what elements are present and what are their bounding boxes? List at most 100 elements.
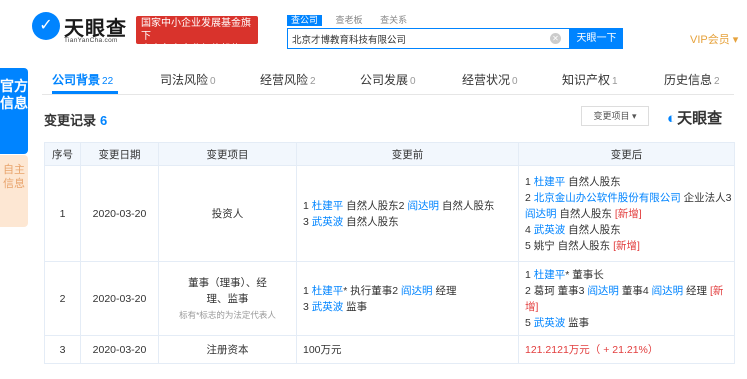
after-line: 增]	[525, 299, 728, 315]
cell-index: 2	[44, 261, 81, 336]
person-link[interactable]: 阎达明	[407, 200, 439, 212]
person-link[interactable]: 阎达明	[652, 285, 684, 297]
text-segment: 1	[525, 175, 534, 188]
tab-intellectual-property[interactable]: 知识产权 1	[562, 71, 618, 88]
search-tab-company[interactable]: 查公司	[287, 15, 323, 26]
tab-business-status[interactable]: 经营状况 0	[462, 71, 518, 88]
text-segment: 自然人股东	[438, 199, 495, 212]
after-line: 2 北京金山办公软件股份有限公司 企业法人3	[525, 190, 732, 206]
person-link[interactable]: 阎达明	[401, 285, 433, 297]
search-type-tabs: 查公司 查老板 查关系	[287, 15, 418, 26]
text-segment: 经理	[432, 284, 457, 297]
cell-after: 1 杜建平 自然人股东 2 北京金山办公软件股份有限公司 企业法人3 阎达明 自然人…	[518, 165, 735, 262]
text-segment: 董事4	[618, 284, 652, 297]
cell-index: 1	[44, 165, 81, 262]
person-link[interactable]: 杜建平	[534, 269, 566, 281]
new-tag: [新增]	[614, 207, 642, 220]
side-tab-official-info[interactable]: 官方信息	[0, 68, 28, 154]
text-segment: 5 姚宁 自然人股东	[525, 239, 614, 252]
text-segment: * 董事长	[565, 268, 604, 281]
item-value: 注册资本	[206, 343, 249, 356]
change-records-table: 序号 变更日期 变更项目 变更前 变更后 1 2020-03-20 投资人 1 杜建平…	[44, 142, 735, 364]
person-link[interactable]: 北京金山办公软件股份有限公司	[534, 192, 681, 204]
tianyancha-logo[interactable]: ✓ 天眼查 TianYanCha.com	[32, 10, 132, 50]
person-link[interactable]: 阎达明	[587, 285, 619, 297]
text-segment: 1	[525, 268, 534, 281]
watermark-logo-icon: ◐	[667, 110, 677, 127]
search-button[interactable]: 天眼一下	[570, 28, 623, 49]
header-before: 变更前	[296, 142, 519, 166]
tab-label: 公司背景	[52, 73, 101, 87]
vip-member-link[interactable]: VIP会员 ▾	[690, 31, 738, 47]
capital-change-value: 121.2121万元（ + 21.21%）	[525, 343, 659, 356]
person-link[interactable]: 杜建平	[534, 176, 566, 188]
tab-history-info[interactable]: 历史信息 2	[664, 71, 720, 88]
person-link[interactable]: 武英波	[312, 216, 344, 228]
search-tab-boss[interactable]: 查老板	[332, 15, 367, 26]
change-item-filter-dropdown[interactable]: 变更项目 ▾	[581, 106, 649, 126]
text-segment: 5	[525, 316, 534, 329]
tab-label: 司法风险	[160, 73, 209, 87]
person-link[interactable]: 阎达明	[525, 208, 557, 220]
text-segment: 企业法人3	[680, 191, 732, 204]
person-link[interactable]: 武英波	[534, 317, 566, 329]
credit-agency-badge: 国家中小企业发展基金旗下 官方备案企业征信机构	[136, 16, 258, 55]
after-line: 1 杜建平* 董事长	[525, 267, 728, 283]
header-after: 变更后	[518, 142, 735, 166]
person-link[interactable]: 杜建平	[312, 200, 344, 212]
tab-judicial-risk[interactable]: 司法风险 0	[160, 71, 216, 88]
side-tab-self-info[interactable]: 自主信息	[0, 155, 28, 227]
watermark-logo: ◐天眼查	[667, 107, 722, 128]
person-link[interactable]: 武英波	[312, 301, 344, 313]
person-link[interactable]: 武英波	[534, 224, 566, 236]
clear-icon[interactable]: ✕	[550, 33, 561, 44]
tab-company-background[interactable]: 公司背景 22	[52, 71, 113, 88]
cell-item: 注册资本	[158, 335, 297, 364]
after-line: 阎达明 自然人股东 [新增]	[525, 206, 728, 222]
index-value: 1	[59, 207, 66, 220]
cell-before: 100万元	[296, 335, 519, 364]
before-line: 3 武英波 监事	[303, 299, 512, 315]
text-segment: 自然人股东	[556, 207, 615, 220]
after-line: 121.2121万元（ + 21.21%）	[525, 342, 728, 358]
section-title: 变更记录 6	[44, 110, 107, 129]
after-line: 2 葛珂 董事3 阎达明 董事4 阎达明 经理 [新	[525, 283, 728, 299]
date-value: 2020-03-20	[92, 343, 147, 356]
top-bar: ✓ 天眼查 TianYanCha.com 国家中小企业发展基金旗下 官方备案企业…	[0, 0, 747, 62]
tab-count: 2	[310, 76, 316, 87]
tab-label: 经营风险	[260, 73, 309, 87]
date-value: 2020-03-20	[92, 292, 147, 305]
tab-company-development[interactable]: 公司发展 0	[360, 71, 416, 88]
header-item: 变更项目	[158, 142, 297, 166]
table-row: 3 2020-03-20 注册资本 100万元 121.2121万元（ + 21.21%…	[44, 335, 735, 364]
date-value: 2020-03-20	[92, 207, 147, 220]
text-segment: 自然人股东	[565, 223, 621, 236]
text-segment: 1	[303, 199, 312, 212]
text-segment: 3	[303, 215, 312, 228]
person-link[interactable]: 杜建平	[312, 285, 344, 297]
index-value: 2	[59, 292, 66, 305]
text-segment: 4	[525, 223, 534, 236]
before-line: 3 武英波 自然人股东	[303, 214, 512, 230]
tab-label: 知识产权	[562, 73, 611, 87]
cell-before: 1 杜建平 自然人股东2 阎达明 自然人股东 3 武英波 自然人股东	[296, 165, 519, 262]
item-value: 董事（理事）、经理、监事	[188, 276, 267, 305]
text-segment: 自然人股东	[343, 215, 399, 228]
badge-line-1: 国家中小企业发展基金旗下	[141, 18, 251, 42]
before-line: 1 杜建平 自然人股东2 阎达明 自然人股东	[303, 198, 512, 214]
text-segment: 3	[303, 300, 312, 313]
active-tab-underline	[52, 91, 118, 94]
cell-item: 投资人	[158, 165, 297, 262]
text-segment: 1	[303, 284, 312, 297]
search-tab-relation[interactable]: 查关系	[376, 15, 411, 26]
after-line: 5 武英波 监事	[525, 315, 728, 331]
logo-mark-icon: ✓	[32, 12, 60, 40]
before-line: 1 杜建平* 执行董事2 阎达明 经理	[303, 283, 512, 299]
new-tag: 增]	[525, 300, 539, 313]
watermark-text: 天眼查	[677, 110, 723, 127]
legal-rep-note: 标有*标志的为法定代表人	[179, 309, 276, 320]
search-input[interactable]	[292, 32, 542, 46]
tab-label: 历史信息	[664, 73, 713, 87]
item-value: 投资人	[211, 207, 244, 220]
tab-operating-risk[interactable]: 经营风险 2	[260, 71, 316, 88]
